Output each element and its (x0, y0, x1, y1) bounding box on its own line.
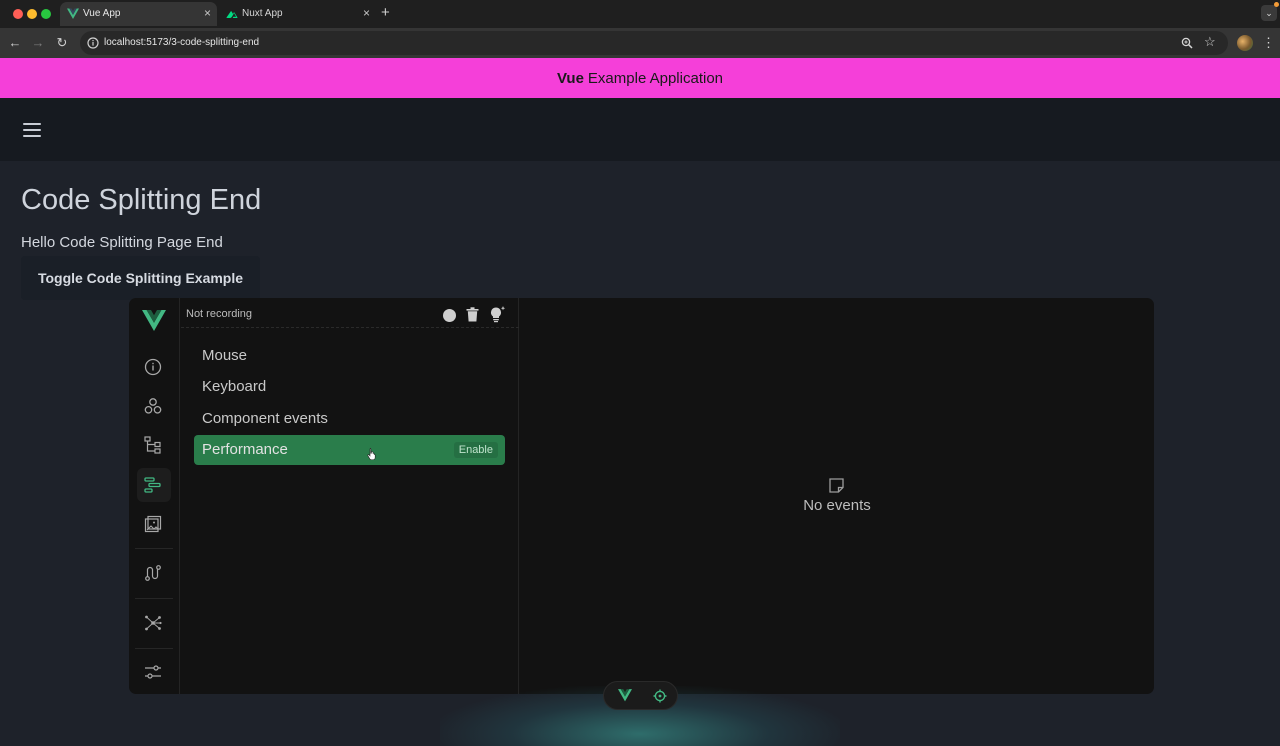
timeline-toolbar: Not recording (181, 298, 519, 328)
hamburger-menu-icon[interactable] (23, 123, 41, 137)
vue-logo-icon (142, 310, 166, 331)
info-icon[interactable] (143, 357, 163, 377)
layer-item-performance[interactable]: Performance Enable (194, 435, 505, 465)
router-routes-icon[interactable] (143, 563, 163, 583)
layer-label: Performance (202, 441, 288, 458)
maximize-window-button[interactable] (41, 9, 51, 19)
site-info-icon[interactable] (87, 37, 99, 49)
components-icon[interactable] (143, 396, 163, 416)
layer-item-mouse[interactable]: Mouse (194, 341, 505, 371)
tab-search-chevron-icon[interactable]: ⌄ (1261, 5, 1277, 21)
vue-logo-icon[interactable] (618, 689, 632, 702)
banner-brand: Vue (556, 69, 584, 87)
page-title: Code Splitting End (21, 184, 262, 216)
browser-tab-nuxt-app[interactable]: Nuxt App × (219, 2, 376, 26)
address-bar[interactable]: localhost:5173/3-code-splitting-end ☆ (80, 31, 1228, 55)
timeline-layers-pane: Not recording Mouse Keyboard Component e… (181, 298, 519, 694)
devtools-launcher[interactable] (603, 681, 678, 710)
inspect-target-icon[interactable] (653, 689, 667, 703)
back-arrow-icon[interactable]: ← (7, 35, 23, 51)
layer-item-component-events[interactable]: Component events (194, 404, 505, 434)
tab-title: Vue App (83, 8, 121, 19)
graph-network-icon[interactable] (143, 613, 163, 633)
lightbulb-sparkle-icon[interactable] (489, 305, 507, 323)
update-badge (1274, 2, 1279, 7)
forward-arrow-icon[interactable]: → (30, 35, 46, 51)
timeline-icon[interactable] (143, 475, 163, 495)
nuxt-logo-icon (226, 11, 238, 18)
trash-icon[interactable] (466, 307, 479, 322)
toggle-code-splitting-button[interactable]: Toggle Code Splitting Example (21, 256, 260, 300)
bookmark-star-icon[interactable]: ☆ (1204, 35, 1216, 49)
empty-state-message: No events (803, 497, 871, 514)
sidebar-divider (135, 598, 173, 599)
enable-layer-button[interactable]: Enable (453, 442, 498, 458)
layer-label: Keyboard (202, 378, 267, 395)
reload-icon[interactable]: ↻ (54, 35, 70, 51)
browser-toolbar: ← → ↻ localhost:5173/3-code-splitting-en… (0, 28, 1280, 58)
app-header (0, 98, 1280, 161)
timeline-events-pane: No events (520, 298, 1154, 694)
zoom-icon[interactable] (1181, 37, 1193, 49)
close-icon[interactable]: × (204, 6, 211, 20)
banner-text: Example Application (587, 69, 724, 87)
component-tree-icon[interactable] (143, 435, 163, 455)
browser-tab-vue-app[interactable]: Vue App × (60, 2, 217, 26)
close-icon[interactable]: × (363, 6, 370, 20)
minimize-window-button[interactable] (27, 9, 37, 19)
devtools-sidebar (129, 298, 180, 694)
sticky-note-icon (829, 478, 844, 493)
sidebar-divider (135, 648, 173, 649)
vue-devtools-panel: Not recording Mouse Keyboard Component e… (129, 298, 1154, 694)
assets-image-icon[interactable] (143, 514, 163, 534)
profile-avatar[interactable] (1237, 35, 1253, 51)
tab-title: Nuxt App (242, 8, 283, 19)
sidebar-divider (135, 548, 173, 549)
recording-status: Not recording (186, 308, 253, 320)
browser-tab-bar: Vue App × Nuxt App × + ⌄ (0, 0, 1280, 28)
browser-menu-icon[interactable]: ⋮ (1262, 35, 1275, 51)
settings-sliders-icon[interactable] (143, 662, 163, 682)
new-tab-plus-icon[interactable]: + (381, 4, 390, 21)
app-banner: Vue Example Application (0, 58, 1280, 98)
url-text: localhost:5173/3-code-splitting-end (104, 37, 260, 48)
layer-label: Mouse (202, 347, 248, 364)
pointer-hand-icon (367, 447, 376, 460)
page-subtitle: Hello Code Splitting Page End (21, 234, 223, 251)
layer-item-keyboard[interactable]: Keyboard (194, 372, 505, 402)
close-window-button[interactable] (13, 9, 23, 19)
layer-label: Component events (202, 410, 328, 427)
vue-logo-icon (67, 8, 79, 19)
record-button[interactable] (443, 309, 456, 322)
